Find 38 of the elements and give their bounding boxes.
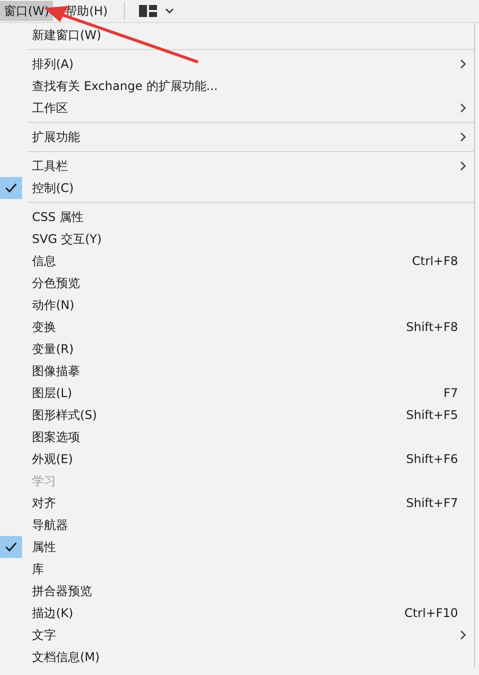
menu-item[interactable]: 图像描摹 [32,362,474,380]
menu-item[interactable]: 导航器 [32,516,474,534]
menu-item[interactable]: 库 [32,560,474,578]
menu-item[interactable]: 控制(C) [32,180,474,196]
menu-item[interactable]: 排列(A) [32,56,460,72]
shortcut-text: Shift+F6 [406,452,458,466]
menu-item[interactable]: 工具栏 [32,158,460,174]
shortcut-text: F7 [443,386,458,400]
menu-item[interactable]: 查找有关 Exchange 的扩展功能... [32,78,474,94]
menu-item[interactable]: 对齐 [32,494,406,512]
menu-item[interactable]: 图形样式(S) [32,406,406,424]
menu-item[interactable]: 外观(E) [32,450,406,468]
menu-item[interactable]: 工作区 [32,100,460,116]
shortcut-text: Shift+F8 [406,320,458,334]
menu-item[interactable]: 拼合器预览 [32,582,474,600]
menu-bar-item[interactable]: 窗口(W) [0,1,54,21]
menu-item[interactable]: 变量(R) [32,340,474,358]
menu-bar-item[interactable]: 帮助(H) [61,1,112,21]
shortcut-text: Ctrl+F10 [404,606,458,620]
menu-item[interactable]: 文字 [32,626,460,644]
chevron-down-icon [164,8,174,14]
menu-item[interactable]: 文档信息(M) [32,648,474,666]
menu-item[interactable]: SVG 交互(Y) [32,230,474,248]
menu-item[interactable]: 属性 [32,538,474,556]
menu-item[interactable]: 信息 [32,252,412,270]
menu-item[interactable]: 分色预览 [32,274,474,292]
menu-item[interactable]: 新建窗口(W) [32,26,474,44]
menu-item[interactable]: 图层(L) [32,384,444,402]
shortcut-text: Shift+F7 [406,496,458,510]
shortcut-text: Ctrl+F8 [412,254,458,268]
shortcut-text: Shift+F5 [406,408,458,422]
menu-item[interactable]: CSS 属性 [32,208,474,226]
menu-item[interactable]: 图案选项 [32,428,474,446]
menu-item[interactable]: 扩展功能 [32,128,460,146]
menu-item[interactable]: 描边(K) [32,604,404,622]
menu-item[interactable]: 变换 [32,318,406,336]
layout-icon [138,5,157,17]
menu-item[interactable]: 动作(N) [32,296,474,314]
